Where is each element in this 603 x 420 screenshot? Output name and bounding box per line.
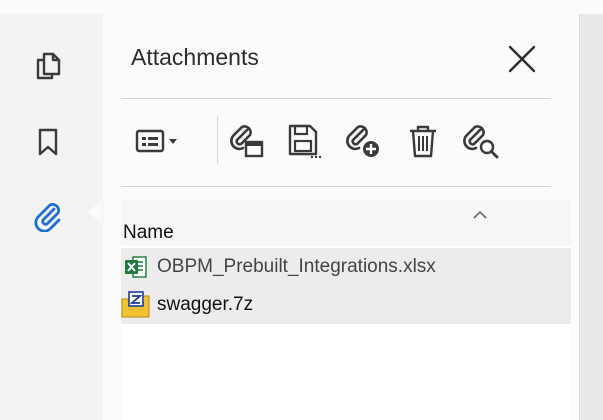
active-panel-pointer — [88, 200, 102, 224]
delete-attachment-icon[interactable] — [401, 121, 445, 161]
open-attachment-icon[interactable] — [225, 121, 269, 161]
column-name-label: Name — [123, 222, 174, 243]
search-attachment-icon[interactable] — [459, 121, 503, 161]
divider-toolbar — [121, 186, 551, 187]
column-header-name[interactable]: Name — [121, 200, 571, 246]
close-icon[interactable] — [505, 42, 539, 76]
panel-title: Attachments — [131, 44, 259, 70]
window-top-strip — [0, 0, 603, 14]
archive-file-icon — [121, 291, 151, 319]
save-attachment-icon[interactable] — [281, 121, 325, 161]
list-item[interactable]: OBPM_Prebuilt_Integrations.xlsx — [121, 248, 571, 286]
sort-ascending-icon — [473, 210, 487, 219]
attachments-list: Name OBPM_Prebuilt_Integrations.xlsx swa… — [121, 200, 571, 420]
excel-file-icon — [121, 253, 151, 281]
toolbar-separator — [217, 116, 218, 164]
bookmark-icon[interactable] — [28, 122, 68, 162]
add-attachment-icon[interactable] — [341, 121, 385, 161]
document-edge — [579, 14, 603, 420]
file-name: swagger.7z — [157, 294, 254, 315]
view-options-icon[interactable] — [131, 121, 195, 161]
pages-icon[interactable] — [28, 46, 68, 86]
file-name: OBPM_Prebuilt_Integrations.xlsx — [157, 256, 436, 277]
list-item[interactable]: swagger.7z — [121, 286, 571, 324]
attachments-panel: Attachments Name OBPM_Prebuilt_Integrati… — [103, 14, 579, 420]
attachment-icon[interactable] — [28, 196, 68, 236]
divider-top — [121, 98, 551, 99]
